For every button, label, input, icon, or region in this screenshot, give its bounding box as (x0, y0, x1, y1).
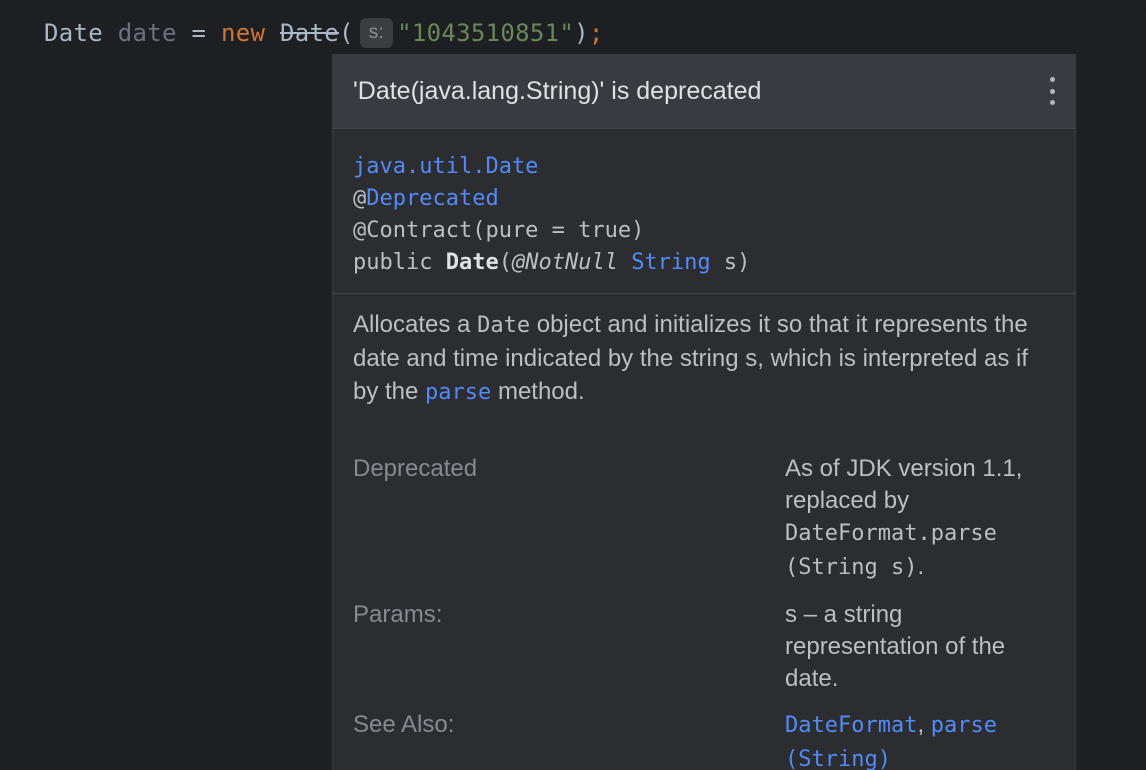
class-link[interactable]: java.util.Date (353, 154, 538, 179)
popup-title: 'Date(java.lang.String)' is deprecated (353, 77, 762, 105)
code-string-literal: "1043510851" (397, 19, 575, 47)
dateformat-link[interactable]: DateFormat (785, 713, 917, 738)
deprecated-annotation-link[interactable]: Deprecated (366, 186, 498, 211)
code-variable: date (117, 19, 177, 47)
code-keyword-new: new (221, 19, 266, 47)
modifier-public: public (353, 250, 433, 275)
documentation-popup[interactable]: 'Date(java.lang.String)' is deprecated j… (332, 54, 1076, 770)
code-assign-operator: = (191, 19, 207, 47)
contract-annotation: @Contract(pure = true) (353, 218, 645, 243)
notnull-annotation: @NotNull (511, 250, 618, 275)
description-text-3: method. (491, 378, 585, 405)
description-code-date: Date (477, 313, 531, 338)
code-type-date: Date (44, 19, 103, 47)
code-deprecated-constructor[interactable]: Date (280, 19, 339, 47)
see-also-section: See Also: DateFormat, parse (String) (353, 709, 1053, 770)
deprecated-label: Deprecated (353, 455, 478, 482)
parse-link[interactable]: parse (425, 380, 491, 405)
code-editor[interactable]: Date date = new Date(s: "1043510851"); 'D… (0, 0, 1146, 770)
method-name: Date (445, 250, 499, 275)
string-type-link[interactable]: String (631, 250, 710, 275)
deprecated-text: As of JDK version 1.1, replaced by (785, 455, 1023, 514)
param-name: s) (723, 250, 751, 275)
code-semicolon: ; (588, 19, 604, 47)
deprecated-section: Deprecated As of JDK version 1.1, replac… (353, 453, 1053, 585)
params-value: s – a string representation of the date. (785, 601, 1006, 692)
code-open-paren: ( (339, 19, 354, 47)
doc-sections: Deprecated As of JDK version 1.1, replac… (353, 453, 1053, 770)
method-description: Allocates a Date object and initializes … (333, 294, 1075, 409)
deprecated-code: DateFormat.parse (String s) (785, 521, 997, 580)
popup-header: 'Date(java.lang.String)' is deprecated (333, 55, 1075, 129)
deprecated-value: As of JDK version 1.1, replaced by DateF… (785, 453, 1025, 585)
parameter-hint: s: (359, 18, 394, 48)
code-line[interactable]: Date date = new Date(s: "1043510851"); (44, 16, 604, 50)
params-label: Params: (353, 601, 443, 628)
kebab-menu-icon[interactable] (1047, 77, 1057, 105)
see-also-label: See Also: (353, 711, 455, 738)
params-section: Params: s – a string representation of t… (353, 599, 1053, 695)
annotation-at: @ (353, 186, 367, 211)
see-also-value: DateFormat, parse (String) (785, 709, 1025, 770)
see-also-separator: , (917, 711, 931, 738)
param-open-paren: ( (498, 250, 512, 275)
code-close-paren: ) (574, 19, 589, 47)
deprecated-end: . (917, 553, 925, 580)
method-signature: java.util.Date @Deprecated @Contract(pur… (333, 129, 1075, 294)
description-text-1: Allocates a (353, 311, 478, 338)
